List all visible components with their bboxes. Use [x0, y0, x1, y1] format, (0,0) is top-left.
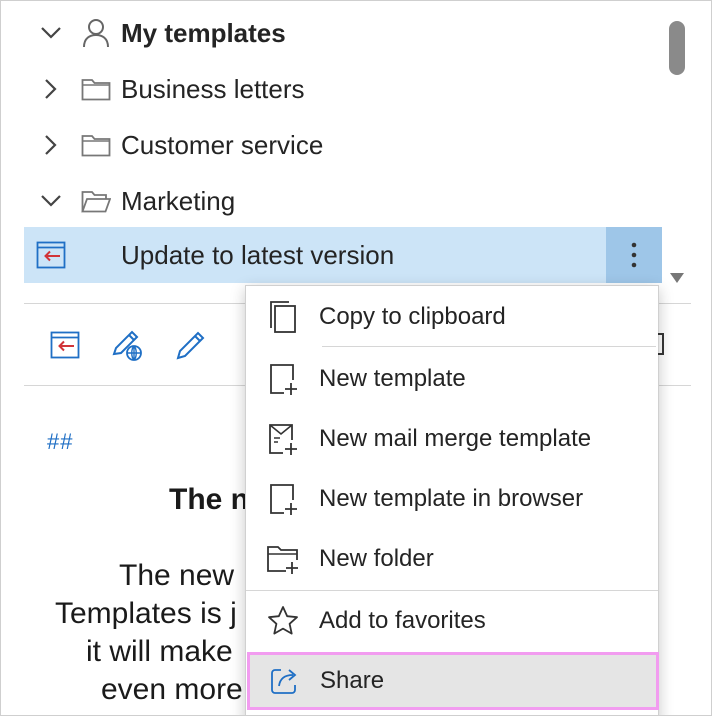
pencil-icon	[176, 331, 205, 360]
menu-item-share[interactable]: Share	[247, 652, 659, 710]
menu-item-label: Add to favorites	[319, 607, 486, 634]
preview-text-line: even more	[101, 673, 243, 706]
more-vertical-icon	[631, 242, 637, 268]
menu-item-label: New folder	[319, 545, 434, 572]
templates-pane: My templates Business letters Customer s…	[0, 0, 712, 716]
menu-item-label: Copy to clipboard	[319, 303, 506, 330]
menu-item-label: New template in browser	[319, 485, 584, 512]
mail-merge-icon	[266, 422, 300, 456]
menu-item-new-template[interactable]: New template	[246, 350, 658, 408]
menu-separator	[322, 346, 656, 347]
preview-text-line: it will make	[86, 635, 233, 668]
tree-node-marketing[interactable]: Marketing	[1, 173, 663, 229]
folder-icon	[81, 130, 111, 160]
menu-item-new-template-in-browser[interactable]: New template in browser	[246, 470, 658, 528]
copy-icon	[266, 300, 300, 334]
star-icon	[266, 604, 300, 638]
template-insert-icon	[50, 331, 80, 359]
tree-item-update-to-latest-version[interactable]: Update to latest version	[24, 227, 662, 283]
menu-item-label: New mail merge template	[319, 425, 592, 452]
folder-open-icon	[81, 186, 111, 216]
menu-item-label: New template	[319, 365, 466, 392]
scroll-down-arrow-icon[interactable]	[669, 271, 685, 285]
tree-node-label: My templates	[121, 17, 286, 48]
chevron-down-icon[interactable]	[37, 19, 65, 47]
preview-heading-marker: ##	[47, 429, 74, 454]
preview-text-line: Templates is j	[55, 597, 237, 630]
new-template-browser-icon	[266, 482, 300, 516]
preview-text-line: The new	[119, 559, 235, 592]
new-folder-icon	[266, 542, 300, 576]
tree-node-label: Marketing	[121, 185, 236, 216]
chevron-down-icon[interactable]	[37, 187, 65, 215]
menu-item-new-mail-merge-template[interactable]: New mail merge template	[246, 410, 658, 468]
toolbar-icon-partial	[658, 333, 664, 355]
tree-node-label: Business letters	[121, 73, 305, 104]
share-icon	[267, 664, 301, 698]
chevron-right-icon[interactable]	[37, 131, 65, 159]
menu-item-label: Share	[320, 667, 385, 694]
tree-node-label: Customer service	[121, 129, 324, 160]
more-options-button[interactable]	[606, 227, 662, 283]
menu-separator	[246, 590, 658, 591]
edit-in-browser-button[interactable]	[109, 327, 145, 363]
scrollbar-thumb[interactable]	[669, 21, 685, 75]
new-template-icon	[266, 362, 300, 396]
chevron-right-icon[interactable]	[37, 75, 65, 103]
tree-node-business-letters[interactable]: Business letters	[1, 61, 663, 117]
template-insert-icon	[36, 240, 66, 270]
tree-node-customer-service[interactable]: Customer service	[1, 117, 663, 173]
folder-icon	[81, 74, 111, 104]
context-menu: Copy to clipboard New template New mail …	[245, 285, 659, 715]
preview-title: The n	[169, 483, 249, 516]
tree-node-my-templates[interactable]: My templates	[1, 5, 663, 61]
pencil-globe-icon	[112, 330, 142, 361]
person-icon	[81, 18, 111, 48]
menu-item-copy-to-clipboard[interactable]: Copy to clipboard	[246, 288, 658, 346]
tree-item-label: Update to latest version	[121, 239, 395, 270]
menu-item-new-folder[interactable]: New folder	[246, 530, 658, 588]
menu-item-add-to-favorites[interactable]: Add to favorites	[246, 592, 658, 650]
edit-template-button[interactable]	[173, 327, 209, 363]
insert-template-button[interactable]	[47, 327, 83, 363]
